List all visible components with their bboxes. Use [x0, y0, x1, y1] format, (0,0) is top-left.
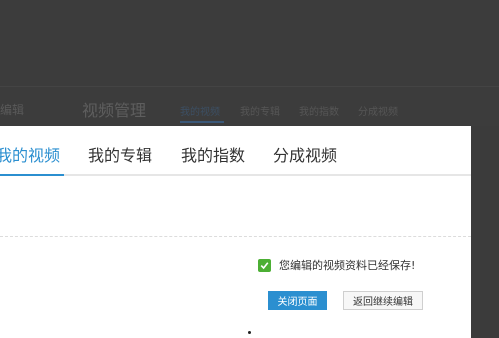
tab-my-videos[interactable]: 我的视频 — [0, 142, 60, 166]
background-tab-my-index: 我的指数 — [299, 107, 339, 118]
saved-message: 您编辑的视频资料已经保存! — [279, 259, 416, 272]
background-tab-my-albums: 我的专辑 — [240, 107, 280, 118]
mouse-dot — [248, 331, 251, 334]
backdrop-right-edge — [471, 126, 499, 338]
background-tab-underline — [180, 121, 224, 123]
background-left-text: 编辑 — [0, 103, 25, 117]
modal-tab-bar: 我的视频 我的专辑 我的指数 分成视频 — [0, 126, 471, 176]
background-tab-revenue-videos: 分成视频 — [358, 107, 398, 118]
save-status: 您编辑的视频资料已经保存! — [258, 258, 415, 272]
tab-my-index[interactable]: 我的指数 — [181, 142, 245, 166]
background-header-divider — [0, 86, 499, 87]
check-icon — [258, 258, 271, 272]
tab-revenue-videos[interactable]: 分成视频 — [273, 142, 337, 166]
continue-editing-button[interactable]: 返回继续编辑 — [343, 291, 423, 310]
active-tab-underline — [0, 174, 64, 176]
close-page-button[interactable]: 关闭页面 — [268, 291, 327, 310]
save-confirmation-modal: 我的视频 我的专辑 我的指数 分成视频 您编辑的视频资料已经保存! 关闭页面 返… — [0, 126, 471, 338]
dashed-divider — [0, 236, 471, 237]
tab-my-albums[interactable]: 我的专辑 — [88, 142, 152, 166]
background-page-title: 视频管理 — [82, 101, 147, 120]
background-tab-my-videos: 我的视频 — [180, 107, 220, 118]
